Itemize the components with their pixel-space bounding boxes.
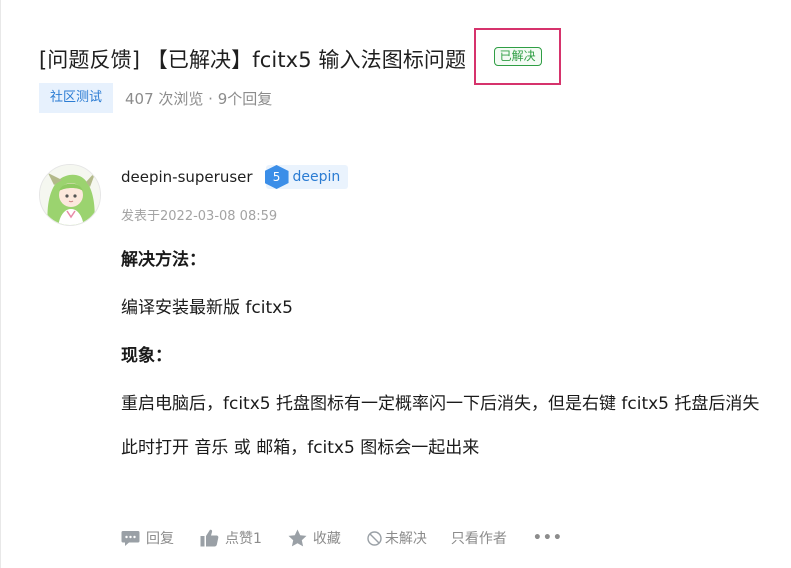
more-icon: ••• [532,530,563,546]
left-divider [0,0,1,568]
author-row: deepin-superuser 5 deepin [121,165,349,189]
post-title-row: [问题反馈] 【已解决】fcitx5 输入法图标问题 已解决 [39,28,562,87]
post-timestamp: 发表于2022-03-08 08:59 [121,209,278,224]
favorite-label: 收藏 [312,531,341,547]
user-level-badge: 5 deepin [264,165,349,189]
reply-label: 回复 [146,531,174,547]
user-group-label: deepin [292,169,341,185]
comment-icon [121,530,140,546]
solved-status-badge: 已解决 [493,47,542,66]
unsolved-button[interactable]: 未解决 [367,528,427,548]
post-meta-row: 社区测试 407 次浏览 · 9个回复 [39,83,272,113]
like-label: 点赞1 [225,531,262,547]
avatar-illustration [40,165,100,225]
post-content: 解决方法： 编译安装最新版 fcitx5 现象： 重启电脑后，fcitx5 托盘… [121,248,791,484]
author-only-button[interactable]: 只看作者 [451,528,507,548]
author-only-label: 只看作者 [450,531,507,547]
symptom-text-2: 此时打开 音乐 或 邮箱，fcitx5 图标会一起出来 [121,438,480,458]
solution-text: 编译安装最新版 fcitx5 [121,298,294,318]
unsolved-label: 未解决 [384,531,427,547]
category-tag[interactable]: 社区测试 [39,83,114,113]
post-title: [问题反馈] 【已解决】fcitx5 输入法图标问题 [39,47,467,72]
symptom-heading: 现象： [121,346,172,366]
post-actions-bar: 回复 点赞1 收藏 未解决 只看作者 ••• [121,528,589,548]
more-options-button[interactable]: ••• [533,530,563,546]
ban-icon [367,530,382,546]
thumbs-up-icon [200,529,219,547]
favorite-button[interactable]: 收藏 [288,528,341,548]
avatar[interactable] [39,164,101,226]
star-icon [288,529,307,547]
solution-heading: 解决方法： [121,250,206,270]
solved-highlight-box: 已解决 [474,28,562,85]
like-button[interactable]: 点赞1 [200,528,262,548]
symptom-text-1: 重启电脑后，fcitx5 托盘图标有一定概率闪一下后消失，但是右键 fcitx5… [121,394,760,414]
reply-button[interactable]: 回复 [121,528,174,548]
author-username[interactable]: deepin-superuser [121,168,253,186]
forum-post-page: [问题反馈] 【已解决】fcitx5 输入法图标问题 已解决 社区测试 407 … [0,0,791,568]
post-stats: 407 次浏览 · 9个回复 [125,89,273,108]
level-hexagon-icon: 5 [264,165,289,189]
